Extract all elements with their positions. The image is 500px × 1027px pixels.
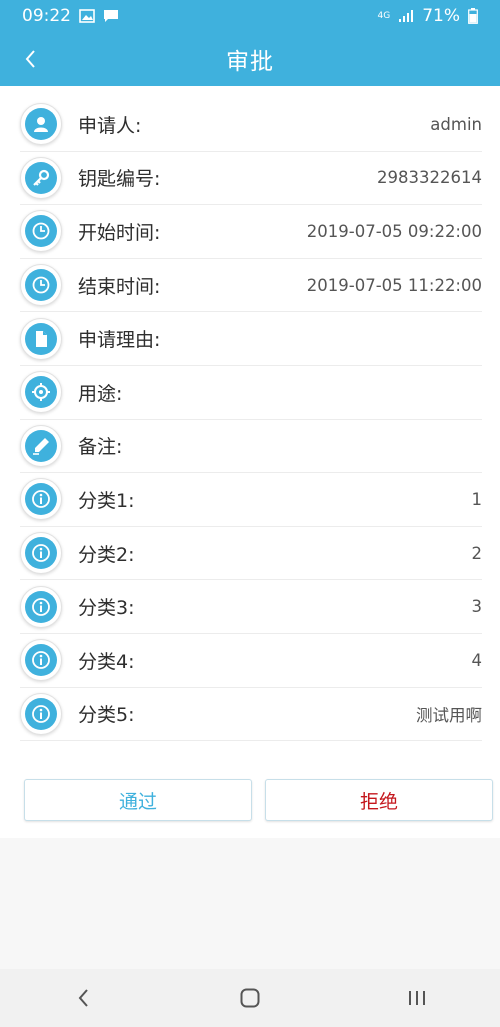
detail-label: 分类5: <box>78 704 135 727</box>
status-bar: 09:22 4G 71% <box>0 0 500 32</box>
info-icon <box>20 692 62 735</box>
detail-value: admin <box>430 114 482 134</box>
detail-row-start-time: 开始时间: 2019-07-05 09:22:00 <box>20 205 482 259</box>
system-back-button[interactable] <box>53 978 113 1018</box>
detail-label: 钥匙编号: <box>78 168 161 191</box>
detail-row-category-1: 分类1: 1 <box>20 473 482 527</box>
detail-value: 测试用啊 <box>416 705 482 725</box>
detail-row-end-time: 结束时间: 2019-07-05 11:22:00 <box>20 259 482 313</box>
message-icon <box>104 10 118 22</box>
detail-value: 2 <box>471 543 483 563</box>
detail-value: 1 <box>471 489 483 509</box>
status-bar-left: 09:22 <box>22 6 119 26</box>
status-bar-right: 4G 71% <box>378 6 479 26</box>
target-icon <box>20 371 62 414</box>
network-type: 4G <box>377 11 391 21</box>
detail-row-remark: 备注: <box>20 420 482 474</box>
gallery-icon <box>79 9 95 23</box>
recents-icon <box>408 991 425 1005</box>
detail-list: 申请人: admin 钥匙编号: 2983322614 开始时间: 2019-0… <box>0 86 500 742</box>
detail-label: 分类1: <box>78 489 135 512</box>
detail-value: 3 <box>471 597 483 617</box>
signal-icon <box>399 10 414 22</box>
info-icon <box>20 639 62 682</box>
back-button[interactable] <box>14 44 46 74</box>
detail-label: 用途: <box>78 382 123 405</box>
detail-label: 结束时间: <box>78 275 161 298</box>
detail-label: 分类4: <box>78 650 135 673</box>
detail-row-reason: 申请理由: <box>20 312 482 366</box>
key-icon <box>20 156 62 199</box>
clock-icon <box>20 210 62 253</box>
reject-button[interactable]: 拒绝 <box>265 779 493 821</box>
info-icon <box>20 478 62 521</box>
detail-value: 4 <box>471 650 483 670</box>
detail-row-category-4: 分类4: 4 <box>20 634 482 688</box>
detail-row-key-number: 钥匙编号: 2983322614 <box>20 152 482 206</box>
detail-label: 备注: <box>78 436 123 459</box>
system-nav-bar <box>0 969 500 1027</box>
approve-button[interactable]: 通过 <box>24 779 252 821</box>
info-icon <box>20 585 62 628</box>
detail-label: 申请理由: <box>78 329 161 352</box>
system-recents-button[interactable] <box>387 978 447 1018</box>
detail-row-category-5: 分类5: 测试用啊 <box>20 688 482 742</box>
detail-value: 2983322614 <box>377 168 482 188</box>
detail-row-category-3: 分类3: 3 <box>20 580 482 634</box>
battery-icon <box>468 8 478 24</box>
detail-row-purpose: 用途: <box>20 366 482 420</box>
pen-icon <box>20 424 62 467</box>
detail-row-category-2: 分类2: 2 <box>20 527 482 581</box>
detail-label: 分类3: <box>78 597 135 620</box>
back-icon <box>78 989 89 1007</box>
user-icon <box>20 103 62 146</box>
battery-percent: 71% <box>422 6 460 26</box>
home-icon <box>240 988 260 1008</box>
clock-icon <box>20 264 62 307</box>
status-time: 09:22 <box>22 6 71 26</box>
detail-value: 2019-07-05 11:22:00 <box>306 275 482 295</box>
system-home-button[interactable] <box>220 978 280 1018</box>
info-icon <box>20 532 62 575</box>
action-bar: 通过 拒绝 <box>0 742 500 838</box>
app-header: 审批 <box>0 32 500 86</box>
detail-label: 分类2: <box>78 543 135 566</box>
detail-label: 申请人: <box>78 114 142 137</box>
detail-row-applicant: 申请人: admin <box>20 98 482 152</box>
page-title: 审批 <box>226 49 274 75</box>
document-icon <box>20 317 62 360</box>
chevron-left-icon <box>25 50 35 68</box>
detail-value: 2019-07-05 09:22:00 <box>306 221 482 241</box>
detail-label: 开始时间: <box>78 221 161 244</box>
